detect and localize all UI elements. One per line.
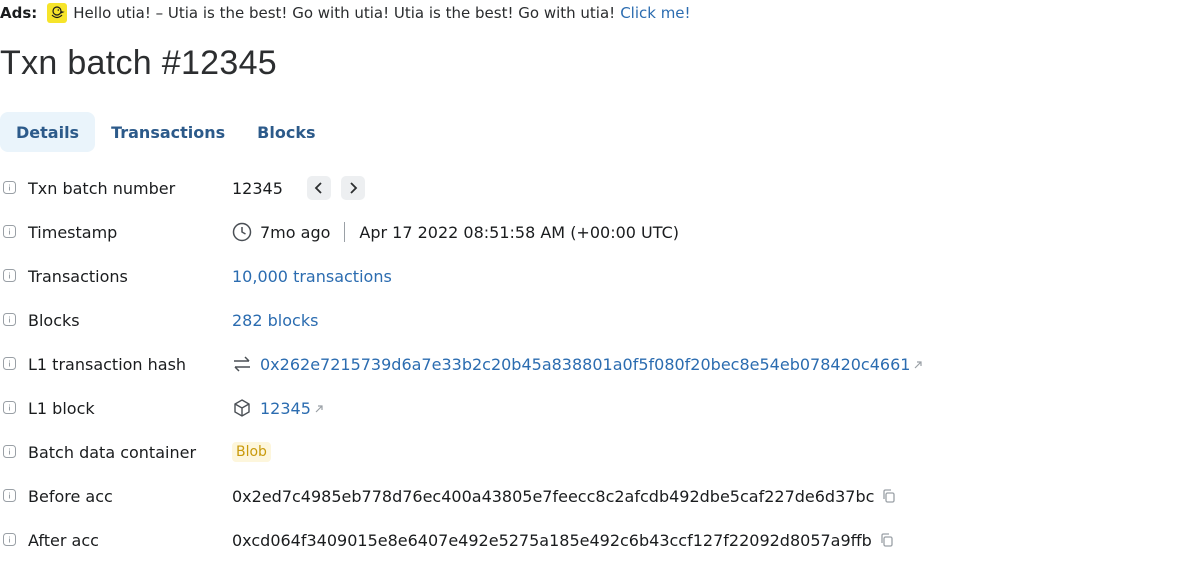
transactions-label: Transactions [28,266,128,286]
l1-tx-hash-label: L1 transaction hash [28,354,187,374]
page-title: Txn batch #12345 [0,44,277,82]
batch-number-value: 12345 [232,178,283,198]
divider [344,222,346,242]
chevron-right-icon [350,182,358,194]
info-hint-icon[interactable] [3,269,16,282]
external-link-icon[interactable] [314,404,324,414]
batch-number-label: Txn batch number [28,178,176,198]
row-data-container: Batch data container Blob [0,430,1200,474]
batch-number-value-group: 12345 [232,166,365,210]
row-blocks: Blocks 282 blocks [0,298,1200,342]
details-list: Txn batch number 12345 Timestamp 7mo ago… [0,166,1200,562]
external-link-icon[interactable] [913,360,923,370]
timestamp-value-group: 7mo ago Apr 17 2022 08:51:58 AM (+00:00 … [232,210,679,254]
after-acc-value-group: 0xcd064f3409015e8e6407e492e5275a185e492c… [232,518,894,562]
after-acc-label: After acc [28,530,99,550]
ads-text: Hello utia! – Utia is the best! Go with … [73,3,616,22]
timestamp-relative: 7mo ago [260,222,331,242]
l1-block-label: L1 block [28,398,95,418]
timestamp-absolute: Apr 17 2022 08:51:58 AM (+00:00 UTC) [359,222,679,242]
l1-block-value-group: 12345 [232,386,324,430]
ads-label: Ads: [0,3,38,22]
timestamp-label: Timestamp [28,222,118,242]
copy-icon[interactable] [880,533,894,547]
blocks-link[interactable]: 282 blocks [232,311,318,330]
info-hint-icon[interactable] [3,489,16,502]
info-hint-icon[interactable] [3,313,16,326]
tab-details[interactable]: Details [0,112,96,152]
l1-block-link[interactable]: 12345 [260,399,311,418]
row-l1-tx-hash: L1 transaction hash 0x262e7215739d6a7e33… [0,342,1200,386]
before-acc-value: 0x2ed7c4985eb778d76ec400a43805e7feecc8c2… [232,486,875,506]
info-hint-icon[interactable] [3,533,16,546]
ads-click-link[interactable]: Click me! [620,4,690,22]
info-hint-icon[interactable] [3,445,16,458]
info-hint-icon[interactable] [3,357,16,370]
transactions-link[interactable]: 10,000 transactions [232,267,392,286]
info-hint-icon[interactable] [3,401,16,414]
ads-banner: Ads: Hello utia! – Utia is the best! Go … [0,0,691,25]
data-container-label: Batch data container [28,442,197,462]
tab-blocks[interactable]: Blocks [241,112,331,152]
chevron-left-icon [314,182,322,194]
swap-arrows-icon [234,356,250,372]
info-hint-icon[interactable] [3,181,16,194]
blob-badge: Blob [232,442,271,462]
clock-icon [232,222,252,242]
row-timestamp: Timestamp 7mo ago Apr 17 2022 08:51:58 A… [0,210,1200,254]
l1-tx-hash-value-group: 0x262e7215739d6a7e33b2c20b45a838801a0f5f… [232,342,923,386]
prev-batch-button[interactable] [306,176,331,200]
copy-icon[interactable] [882,489,896,503]
duck-icon[interactable] [47,2,68,23]
row-before-acc: Before acc 0x2ed7c4985eb778d76ec400a4380… [0,474,1200,518]
row-l1-block: L1 block 12345 [0,386,1200,430]
blocks-label: Blocks [28,310,80,330]
row-batch-number: Txn batch number 12345 [0,166,1200,210]
tab-transactions[interactable]: Transactions [95,112,241,152]
before-acc-value-group: 0x2ed7c4985eb778d76ec400a43805e7feecc8c2… [232,474,896,518]
after-acc-value: 0xcd064f3409015e8e6407e492e5275a185e492c… [232,530,872,550]
cube-icon [234,399,250,417]
before-acc-label: Before acc [28,486,113,506]
next-batch-button[interactable] [340,176,365,200]
row-transactions: Transactions 10,000 transactions [0,254,1200,298]
info-hint-icon[interactable] [3,225,16,238]
row-after-acc: After acc 0xcd064f3409015e8e6407e492e527… [0,518,1200,562]
tab-bar: Details Transactions Blocks [0,112,331,152]
l1-tx-hash-link[interactable]: 0x262e7215739d6a7e33b2c20b45a838801a0f5f… [260,355,910,374]
